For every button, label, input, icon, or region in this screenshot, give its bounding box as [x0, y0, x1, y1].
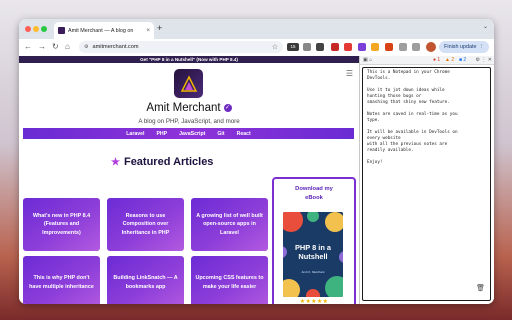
book-cover[interactable]: PHP 8 in a Nutshell Amit K. Merchant: [283, 212, 343, 297]
site-tagline: A blog on PHP, JavaScript, and more: [138, 118, 240, 125]
reload-icon[interactable]: ↻: [52, 42, 59, 52]
nav-item-php[interactable]: PHP: [156, 131, 167, 137]
site-favicon-icon: [58, 27, 65, 34]
site-title-text: Amit Merchant: [146, 102, 221, 114]
ebook-label-line1: Download my: [295, 186, 333, 192]
ebook-label-line2: eBook: [305, 195, 323, 201]
nav-item-laravel[interactable]: Laravel: [126, 131, 144, 137]
featured-heading: ★ Featured Articles: [111, 156, 213, 168]
article-card[interactable]: This is why PHP don't have multiple inhe…: [23, 256, 100, 304]
logo-mark-icon: [180, 74, 197, 92]
hamburger-menu-icon[interactable]: ☰: [346, 69, 353, 78]
profile-avatar[interactable]: [426, 42, 436, 52]
more-menu-icon: ⋮: [478, 44, 484, 50]
red-extension-icon[interactable]: [331, 43, 339, 51]
article-card[interactable]: What's new in PHP 8.4 (Features and Impr…: [23, 198, 100, 251]
tab-search-icon[interactable]: ⌄: [483, 23, 488, 30]
tab-close-icon[interactable]: ×: [146, 28, 150, 34]
back-icon[interactable]: ←: [24, 42, 32, 52]
devtools-settings-icon[interactable]: ⚙ ⋮ ✕: [476, 57, 492, 63]
finish-update-button[interactable]: Finish update ⋮: [439, 41, 489, 53]
nav-item-git[interactable]: Git: [217, 131, 224, 137]
nav-item-react[interactable]: React: [237, 131, 251, 137]
tab-title: Amit Merchant — A blog on: [68, 27, 134, 34]
finish-update-label: Finish update: [444, 44, 477, 50]
promo-banner[interactable]: Get "PHP 8 in a Nutshell" (Now with PHP …: [19, 56, 359, 63]
pdf-extension-icon[interactable]: [344, 43, 352, 51]
book-title: PHP 8 in a Nutshell: [294, 243, 331, 261]
ebook-label: Download my eBook: [274, 185, 354, 203]
tab-strip: Amit Merchant — A blog on × + ⌄: [19, 19, 494, 39]
notepad-text: This is a Notepad in your Chrome DevTool…: [367, 70, 488, 166]
devtools-panel: ▣ ⌂ ● 1 ▲ 2 ■ 2 ⚙ ⋮ ✕ This is a Notepad …: [359, 56, 494, 304]
home-icon[interactable]: ⌂: [65, 42, 70, 52]
notepad-textarea[interactable]: This is a Notepad in your Chrome DevTool…: [362, 67, 491, 301]
puzzle-extensions-icon[interactable]: [399, 43, 407, 51]
orange-extension-icon[interactable]: [385, 43, 393, 51]
error-count-badge[interactable]: ● 1: [433, 57, 440, 64]
browser-window: Amit Merchant — A blog on × + ⌄ ← → ↻ ⌂ …: [19, 19, 494, 304]
devtools-dock-icon[interactable]: ▣ ⌂: [363, 57, 372, 63]
star-icon: ★: [111, 156, 120, 168]
bookmark-star-icon[interactable]: ☆: [272, 43, 278, 51]
window-close-button[interactable]: [25, 26, 31, 32]
rating-stars: ★★★★★: [299, 299, 329, 304]
lightning-extension-icon[interactable]: [371, 43, 379, 51]
featured-heading-text: Featured Articles: [123, 156, 214, 168]
purple-extension-icon[interactable]: [358, 43, 366, 51]
trash-icon[interactable]: 🗑: [476, 284, 485, 292]
verified-badge-icon: ✓: [223, 104, 232, 112]
cloud-extension-icon[interactable]: [303, 43, 311, 51]
error-count: 1: [437, 57, 441, 63]
new-tab-button[interactable]: +: [157, 23, 162, 33]
browser-toolbar: ← → ↻ ⌂ ⚙ amitmerchant.com ☆ 15 Finish u…: [19, 39, 494, 56]
article-card[interactable]: Reasons to use Composition over Inherita…: [107, 198, 184, 251]
downloads-icon[interactable]: [412, 43, 420, 51]
url-text: amitmerchant.com: [92, 44, 139, 50]
site-logo[interactable]: [174, 69, 203, 98]
site-title[interactable]: Amit Merchant ✓: [19, 102, 359, 114]
warning-count-badge[interactable]: ▲ 2: [445, 57, 454, 64]
nav-item-javascript[interactable]: JavaScript: [179, 131, 205, 137]
window-maximize-button[interactable]: [41, 26, 47, 32]
warning-count: 2: [451, 57, 455, 63]
note-line: Enjoy!: [367, 160, 383, 165]
article-card[interactable]: Building LinkSnatch — A bookmarks app: [107, 256, 184, 304]
devtools-toolbar: ▣ ⌂ ● 1 ▲ 2 ■ 2 ⚙ ⋮ ✕: [360, 56, 494, 65]
extension-counter-icon[interactable]: 15: [287, 43, 299, 51]
web-page: Get "PHP 8 in a Nutshell" (Now with PHP …: [19, 56, 359, 304]
info-count: 2: [463, 57, 467, 63]
site-info-icon[interactable]: ⚙: [84, 44, 88, 50]
shield-extension-icon[interactable]: [316, 43, 324, 51]
ebook-promo[interactable]: Download my eBook PHP 8 in a Nutshell Am…: [272, 177, 356, 304]
article-card[interactable]: Upcoming CSS features to make your life …: [191, 256, 268, 304]
info-count-badge[interactable]: ■ 2: [459, 57, 466, 64]
main-nav: Laravel PHP JavaScript Git React: [23, 128, 354, 139]
article-card[interactable]: A growing list of well built open-source…: [191, 198, 268, 251]
window-minimize-button[interactable]: [33, 26, 39, 32]
active-tab[interactable]: Amit Merchant — A blog on ×: [54, 22, 154, 39]
forward-icon[interactable]: →: [38, 42, 46, 52]
address-bar[interactable]: ⚙ amitmerchant.com ☆: [79, 41, 283, 53]
book-author: Amit K. Merchant: [301, 270, 325, 274]
